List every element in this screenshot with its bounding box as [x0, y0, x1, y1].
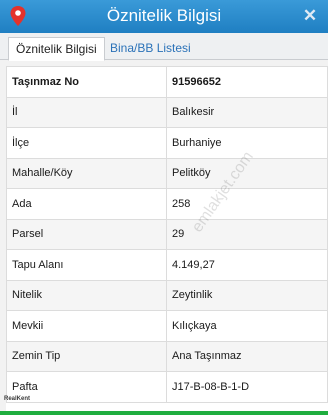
- table-cell-key: Pafta: [6, 371, 167, 403]
- tab-bar: Öznitelik Bilgisi Bina/BB Listesi: [0, 33, 328, 61]
- dialog-title: Öznitelik Bilgisi: [106, 6, 222, 25]
- tab-building-list[interactable]: Bina/BB Listesi: [103, 37, 198, 61]
- table-cell-value: Kılıçkaya: [166, 310, 328, 342]
- tab-attribute-info[interactable]: Öznitelik Bilgisi: [8, 37, 105, 61]
- watermark: emlakjet.com: [189, 149, 257, 236]
- watermark-text: emlakjet.com: [189, 149, 257, 236]
- attribute-info-dialog: Öznitelik Bilgisi ✕ Öznitelik Bilgisi Bi…: [0, 0, 328, 415]
- table-cell-value: 91596652: [166, 66, 328, 98]
- table-row: Zemin Tip Ana Taşınmaz: [6, 340, 328, 372]
- table-cell-key: İl: [6, 96, 167, 128]
- table-row: Nitelik Zeytinlik: [6, 279, 328, 311]
- table-cell-value: J17-B-08-B-1-D: [166, 371, 328, 403]
- table-row: Pafta J17-B-08-B-1-D: [6, 371, 328, 403]
- realkent-logo: RealKent: [4, 396, 31, 402]
- table-cell-key: İlçe: [6, 127, 167, 159]
- bottom-accent-bar: [0, 411, 328, 415]
- dialog-titlebar: Öznitelik Bilgisi ✕: [0, 0, 328, 33]
- table-cell-key: Nitelik: [6, 279, 167, 311]
- table-cell-key: Ada: [6, 188, 167, 220]
- table-header-row: Taşınmaz No 91596652: [6, 66, 328, 98]
- table-row: Mevkii Kılıçkaya: [6, 310, 328, 342]
- table-cell-key: Tapu Alanı: [6, 249, 167, 281]
- table-cell-key: Mahalle/Köy: [6, 157, 167, 189]
- table-cell-key: Taşınmaz No: [6, 66, 167, 98]
- table-cell-value: Zeytinlik: [166, 279, 328, 311]
- table-cell-key: Parsel: [6, 218, 167, 250]
- close-icon[interactable]: ✕: [302, 6, 318, 26]
- table-cell-key: Mevkii: [6, 310, 167, 342]
- table-cell-key: Zemin Tip: [6, 340, 167, 372]
- table-cell-value: Ana Taşınmaz: [166, 340, 328, 372]
